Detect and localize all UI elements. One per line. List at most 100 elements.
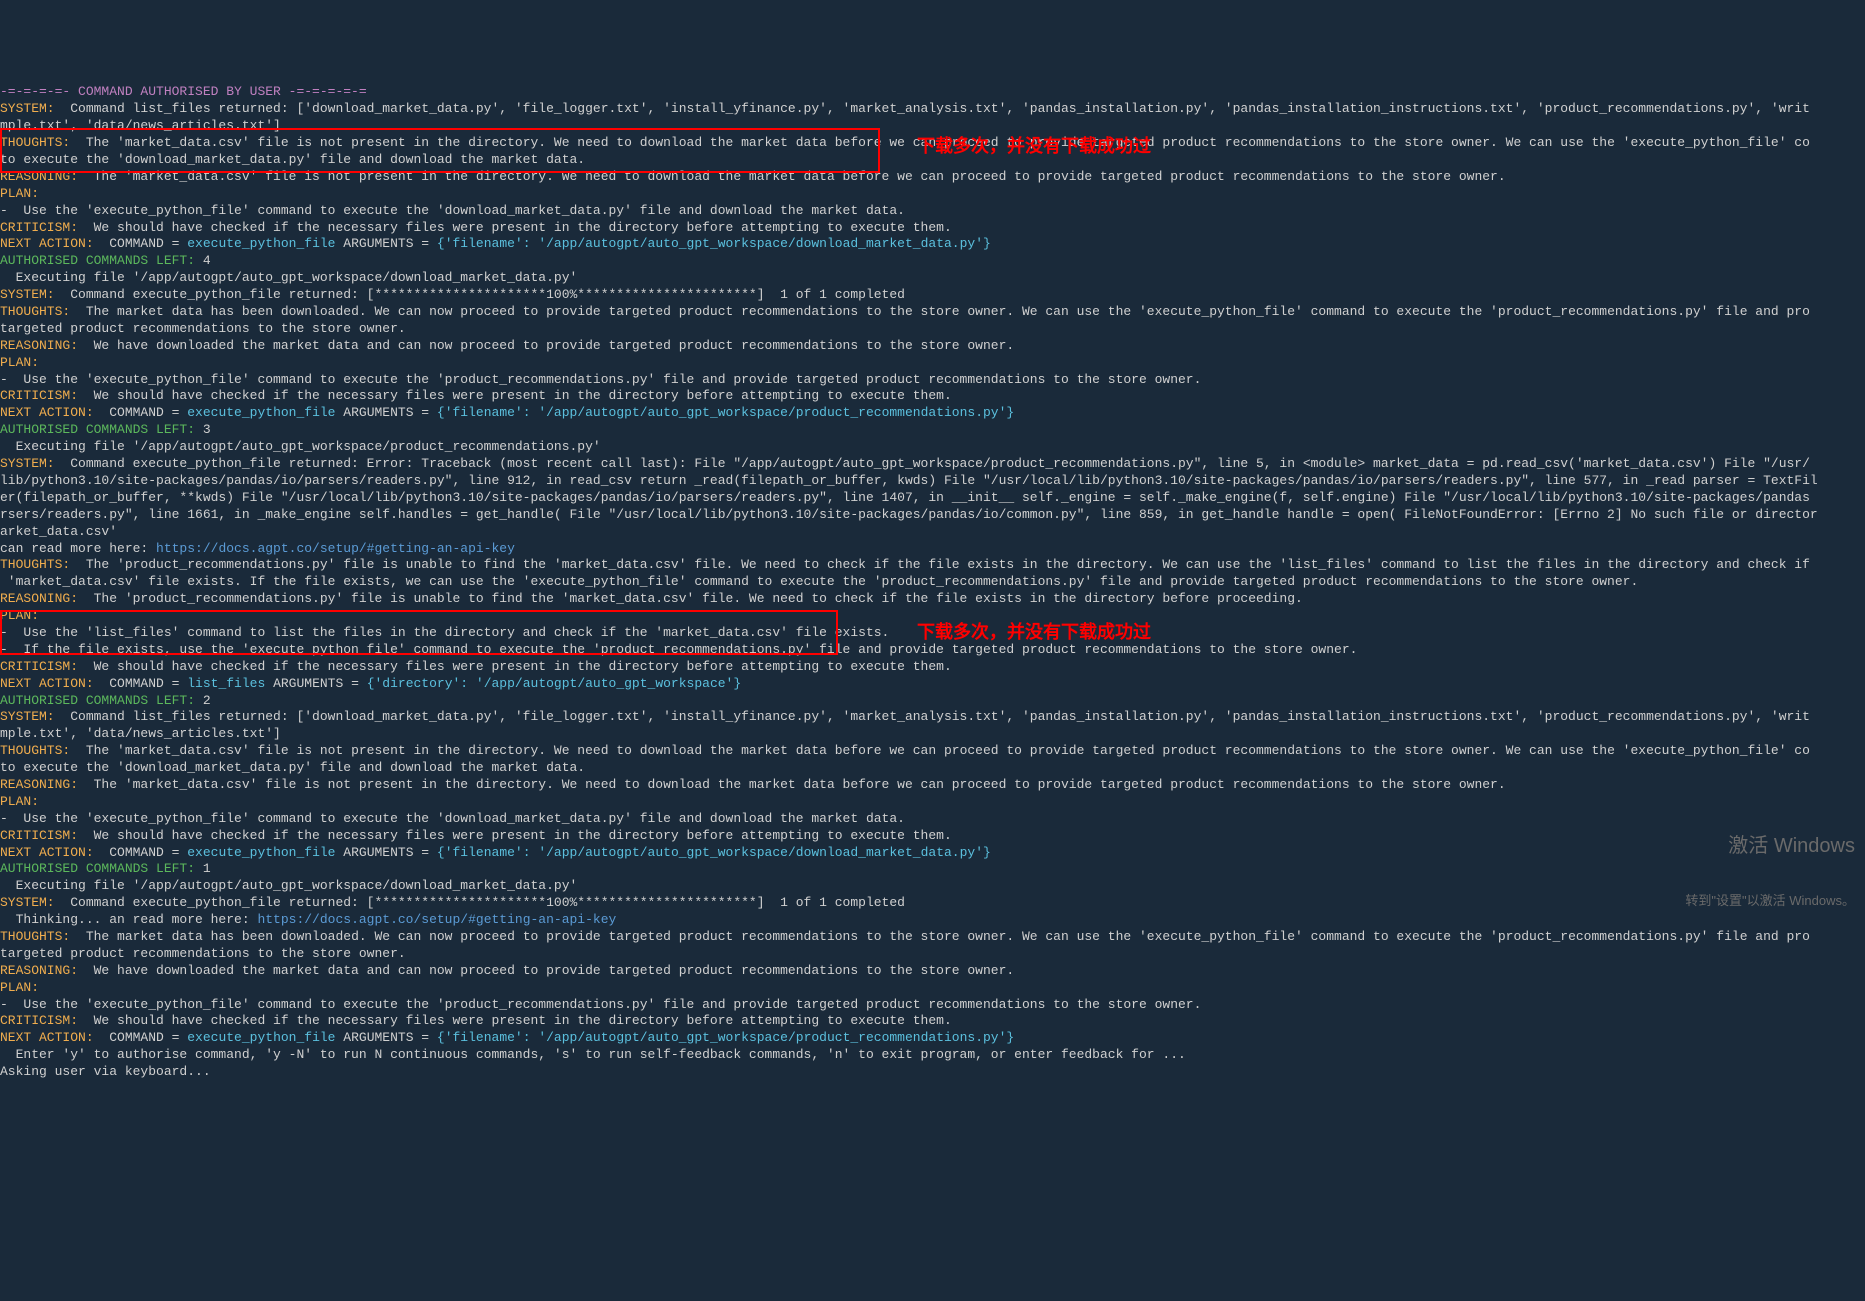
criticism-text: We should have checked if the necessary … (78, 828, 952, 843)
exec-line: Executing file '/app/autogpt/auto_gpt_wo… (0, 439, 601, 454)
args-label: ARGUMENTS = (335, 845, 436, 860)
args-label: ARGUMENTS = (335, 1030, 436, 1045)
readmore-text: can read more here: (0, 541, 156, 556)
asking-text: Asking user via keyboard... (0, 1064, 211, 1079)
thoughts-cont: targeted product recommendations to the … (0, 946, 406, 961)
exec-line: Executing file '/app/autogpt/auto_gpt_wo… (0, 878, 577, 893)
thoughts-label: THOUGHTS: (0, 557, 70, 572)
system-label: SYSTEM: (0, 456, 55, 471)
reasoning-text: The 'market_data.csv' file is not presen… (78, 777, 1506, 792)
command-name: execute_python_file (187, 405, 335, 420)
reasoning-text: The 'product_recommendations.py' file is… (78, 591, 1303, 606)
plan-label: PLAN: (0, 980, 39, 995)
args-label: ARGUMENTS = (335, 236, 436, 251)
error-text: er(filepath_or_buffer, **kwds) File "/us… (0, 490, 1810, 505)
thoughts-cont: to execute the 'download_market_data.py'… (0, 760, 585, 775)
thoughts-cont: 'market_data.csv' file exists. If the fi… (0, 574, 1638, 589)
arguments: {'filename': '/app/autogpt/auto_gpt_work… (437, 845, 991, 860)
criticism-text: We should have checked if the necessary … (78, 659, 952, 674)
api-key-link[interactable]: https://docs.agpt.co/setup/#getting-an-a… (257, 912, 616, 927)
plan-label: PLAN: (0, 355, 39, 370)
next-action-text: COMMAND = (94, 676, 188, 691)
arguments: {'directory': '/app/autogpt/auto_gpt_wor… (367, 676, 741, 691)
plan-label: PLAN: (0, 186, 39, 201)
plan-item: - If the file exists, use the 'execute_p… (0, 642, 1357, 657)
next-action-text: COMMAND = (94, 1030, 188, 1045)
system-text: Command execute_python_file returned: [*… (55, 895, 905, 910)
error-text: arket_data.csv' (0, 524, 117, 539)
auth-left-label: AUTHORISED COMMANDS LEFT: (0, 693, 203, 708)
plan-item: - Use the 'execute_python_file' command … (0, 203, 905, 218)
system-label: SYSTEM: (0, 895, 55, 910)
error-text: Command execute_python_file returned: Er… (55, 456, 1810, 471)
reasoning-label: REASONING: (0, 591, 78, 606)
next-action-text: COMMAND = (94, 845, 188, 860)
auth-count: 1 (203, 861, 211, 876)
header-line: -=-=-=-=- COMMAND AUTHORISED BY USER -=-… (0, 84, 367, 99)
system-label: SYSTEM: (0, 709, 55, 724)
watermark-subtitle: 转到"设置"以激活 Windows。 (1685, 893, 1855, 910)
auth-left-label: AUTHORISED COMMANDS LEFT: (0, 253, 203, 268)
windows-watermark: 激活 Windows 转到"设置"以激活 Windows。 (1685, 800, 1855, 927)
plan-label: PLAN: (0, 608, 39, 623)
system-text: Command execute_python_file returned: [*… (55, 287, 905, 302)
error-text: lib/python3.10/site-packages/pandas/io/p… (0, 473, 1818, 488)
prompt-text: Enter 'y' to authorise command, 'y -N' t… (0, 1047, 1186, 1062)
next-action-text: COMMAND = (94, 236, 188, 251)
thoughts-text: The 'market_data.csv' file is not presen… (70, 743, 1810, 758)
system-text: Command list_files returned: ['download_… (55, 101, 1810, 116)
thoughts-label: THOUGHTS: (0, 304, 70, 319)
plan-item: - Use the 'execute_python_file' command … (0, 372, 1201, 387)
criticism-label: CRITICISM: (0, 1013, 78, 1028)
criticism-label: CRITICISM: (0, 388, 78, 403)
system-text-cont: mple.txt', 'data/news_articles.txt'] (0, 118, 281, 133)
reasoning-label: REASONING: (0, 169, 78, 184)
next-action-label: NEXT ACTION: (0, 1030, 94, 1045)
command-name: execute_python_file (187, 236, 335, 251)
plan-label: PLAN: (0, 794, 39, 809)
system-text-cont: mple.txt', 'data/news_articles.txt'] (0, 726, 281, 741)
criticism-label: CRITICISM: (0, 659, 78, 674)
thoughts-cont: targeted product recommendations to the … (0, 321, 406, 336)
arguments: {'filename': '/app/autogpt/auto_gpt_work… (437, 236, 991, 251)
command-name: execute_python_file (187, 1030, 335, 1045)
thoughts-label: THOUGHTS: (0, 135, 70, 150)
next-action-label: NEXT ACTION: (0, 405, 94, 420)
annotation-2: 下载多次，并没有下载成功过 (917, 621, 1151, 644)
arguments: {'filename': '/app/autogpt/auto_gpt_work… (437, 1030, 1014, 1045)
criticism-label: CRITICISM: (0, 220, 78, 235)
arguments: {'filename': '/app/autogpt/auto_gpt_work… (437, 405, 1014, 420)
reasoning-text: The 'market_data.csv' file is not presen… (78, 169, 1506, 184)
terminal-output: -=-=-=-=- COMMAND AUTHORISED BY USER -=-… (0, 68, 1865, 1081)
system-label: SYSTEM: (0, 287, 55, 302)
plan-item: - Use the 'execute_python_file' command … (0, 997, 1201, 1012)
thoughts-label: THOUGHTS: (0, 743, 70, 758)
annotation-1: 下载多次，并没有下载成功过 (917, 135, 1151, 158)
api-key-link[interactable]: https://docs.agpt.co/setup/#getting-an-a… (156, 541, 515, 556)
reasoning-label: REASONING: (0, 963, 78, 978)
auth-count: 2 (203, 693, 211, 708)
next-action-text: COMMAND = (94, 405, 188, 420)
reasoning-text: We have downloaded the market data and c… (78, 338, 1014, 353)
thoughts-cont: to execute the 'download_market_data.py'… (0, 152, 585, 167)
auth-left-label: AUTHORISED COMMANDS LEFT: (0, 422, 203, 437)
thoughts-text: The market data has been downloaded. We … (70, 929, 1810, 944)
system-label: SYSTEM: (0, 101, 55, 116)
thoughts-label: THOUGHTS: (0, 929, 70, 944)
next-action-label: NEXT ACTION: (0, 236, 94, 251)
auth-count: 4 (203, 253, 211, 268)
exec-line: Executing file '/app/autogpt/auto_gpt_wo… (0, 270, 577, 285)
thoughts-text: The 'product_recommendations.py' file is… (70, 557, 1810, 572)
command-name: execute_python_file (187, 845, 335, 860)
error-text: rsers/readers.py", line 1661, in _make_e… (0, 507, 1818, 522)
system-text: Command list_files returned: ['download_… (55, 709, 1810, 724)
reasoning-text: We have downloaded the market data and c… (78, 963, 1014, 978)
criticism-label: CRITICISM: (0, 828, 78, 843)
args-label: ARGUMENTS = (335, 405, 436, 420)
criticism-text: We should have checked if the necessary … (78, 220, 952, 235)
thoughts-text: The market data has been downloaded. We … (70, 304, 1810, 319)
plan-item: - Use the 'execute_python_file' command … (0, 811, 905, 826)
thinking-text: Thinking... an read more here: (0, 912, 257, 927)
plan-item: - Use the 'list_files' command to list t… (0, 625, 889, 640)
auth-left-label: AUTHORISED COMMANDS LEFT: (0, 861, 203, 876)
